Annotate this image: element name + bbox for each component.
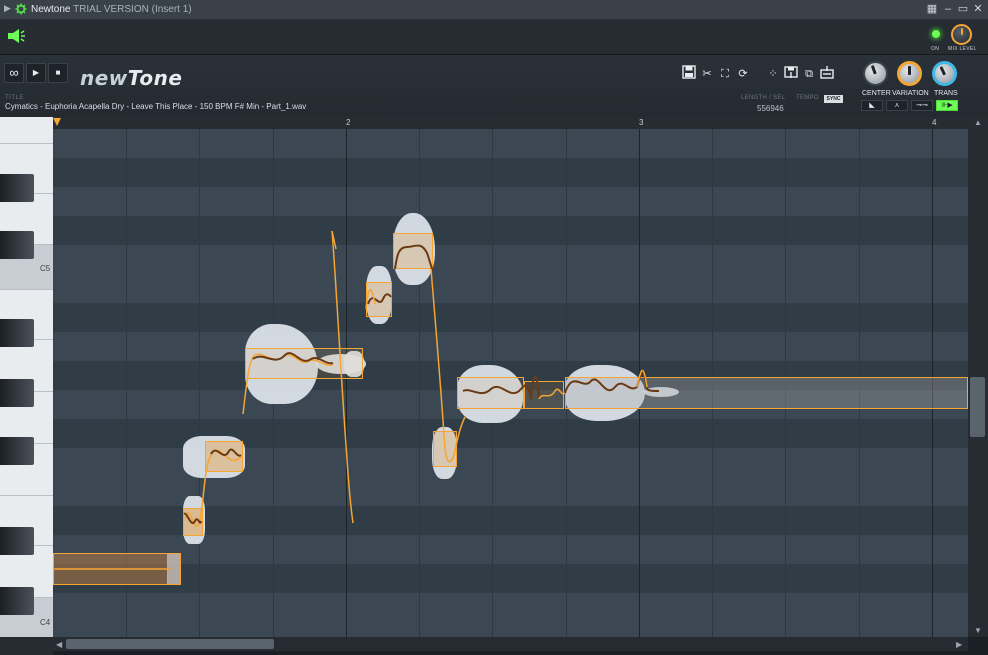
- bar-4-label: 4: [932, 118, 937, 127]
- vertical-scroll-thumb[interactable]: [970, 377, 985, 437]
- reset-icon[interactable]: ⟳: [735, 65, 751, 83]
- on-led[interactable]: [931, 29, 941, 39]
- black-key[interactable]: [0, 587, 34, 615]
- slice-mode-button[interactable]: ◣: [861, 100, 883, 111]
- note-grid[interactable]: [53, 129, 968, 637]
- window-titlebar: ▶ Newtone TRIAL VERSION (Insert 1) ▦ – ▭…: [0, 0, 988, 20]
- save-region-icon[interactable]: [783, 65, 799, 83]
- logo-part-new: new: [80, 66, 128, 90]
- horizontal-scroll-thumb[interactable]: [66, 639, 274, 649]
- pitch-curve: [53, 230, 660, 570]
- title-label: TITLE: [5, 95, 24, 101]
- plugin-speaker-icon[interactable]: [6, 27, 26, 45]
- grid-menu-icon[interactable]: ▦: [926, 3, 938, 15]
- window-title: Newtone TRIAL VERSION (Insert 1): [31, 4, 192, 15]
- active-mode-button[interactable]: ⊪▶: [936, 100, 958, 111]
- app-name: Newtone: [31, 4, 71, 15]
- maximize-icon[interactable]: ▭: [957, 3, 969, 15]
- select-icon[interactable]: ⛶: [717, 65, 733, 83]
- newtone-logo: newTone: [80, 66, 182, 90]
- black-key[interactable]: [0, 379, 34, 407]
- gear-icon[interactable]: [15, 3, 27, 15]
- plugin-strip: [0, 20, 988, 55]
- white-key[interactable]: [0, 117, 53, 144]
- header-panel: ∞ ▶ ■ newTone TITLE Cymatics - Euphoria …: [0, 55, 988, 117]
- save-icon[interactable]: [681, 65, 697, 83]
- black-key[interactable]: [0, 231, 34, 259]
- cut-icon[interactable]: ✂: [699, 65, 715, 83]
- logo-part-tone: Tone: [127, 66, 183, 90]
- playhead-marker[interactable]: [53, 118, 61, 126]
- scroll-up-icon[interactable]: ▲: [974, 118, 982, 127]
- scroll-right-icon[interactable]: ▶: [956, 640, 962, 649]
- piano-keyboard[interactable]: C5 C4: [0, 117, 53, 637]
- copy-icon[interactable]: ⧉: [801, 65, 817, 83]
- black-key[interactable]: [0, 437, 34, 465]
- mix-level-knob[interactable]: [951, 24, 972, 45]
- mix-level-label: MIX LEVEL: [948, 46, 977, 52]
- bar-3-label: 3: [639, 118, 644, 127]
- loop-button[interactable]: ∞: [4, 63, 24, 83]
- black-key[interactable]: [0, 174, 34, 202]
- pitch-mode-button[interactable]: ⋏: [886, 100, 908, 111]
- scroll-corner: [0, 637, 53, 655]
- sync-button[interactable]: SYNC: [824, 95, 843, 103]
- black-key[interactable]: [0, 319, 34, 347]
- center-label: CENTER: [862, 90, 891, 97]
- menu-arrow-icon[interactable]: ▶: [4, 3, 11, 14]
- export-icon[interactable]: [819, 65, 835, 83]
- bar-2-label: 2: [346, 118, 351, 127]
- scroll-left-icon[interactable]: ◀: [56, 640, 62, 649]
- on-label: ON: [931, 46, 940, 52]
- scatter-icon[interactable]: ⁘: [765, 65, 781, 83]
- length-sel-label: LENGTH / SEL: [741, 95, 786, 101]
- minimize-icon[interactable]: –: [942, 3, 954, 15]
- variation-label: VARIATION: [892, 90, 929, 97]
- black-key[interactable]: [0, 527, 34, 555]
- c4-label: C4: [40, 618, 51, 627]
- trans-label: TRANS: [934, 90, 958, 97]
- length-value: 556946: [757, 104, 784, 113]
- trans-knob[interactable]: [932, 61, 957, 86]
- c5-label: C5: [40, 264, 51, 273]
- tempo-label: TEMPO: [796, 95, 819, 101]
- link-mode-button[interactable]: ⊸⊸: [911, 100, 933, 111]
- scroll-down-icon[interactable]: ▼: [974, 626, 982, 635]
- stop-button[interactable]: ■: [48, 63, 68, 83]
- file-title: Cymatics - Euphoria Acapella Dry - Leave…: [5, 102, 307, 111]
- close-icon[interactable]: ✕: [972, 3, 984, 15]
- trial-label: TRIAL VERSION (Insert 1): [73, 4, 192, 15]
- bottom-strip: [53, 651, 988, 655]
- center-knob[interactable]: [863, 61, 888, 86]
- play-button[interactable]: ▶: [26, 63, 46, 83]
- variation-knob[interactable]: [897, 61, 922, 86]
